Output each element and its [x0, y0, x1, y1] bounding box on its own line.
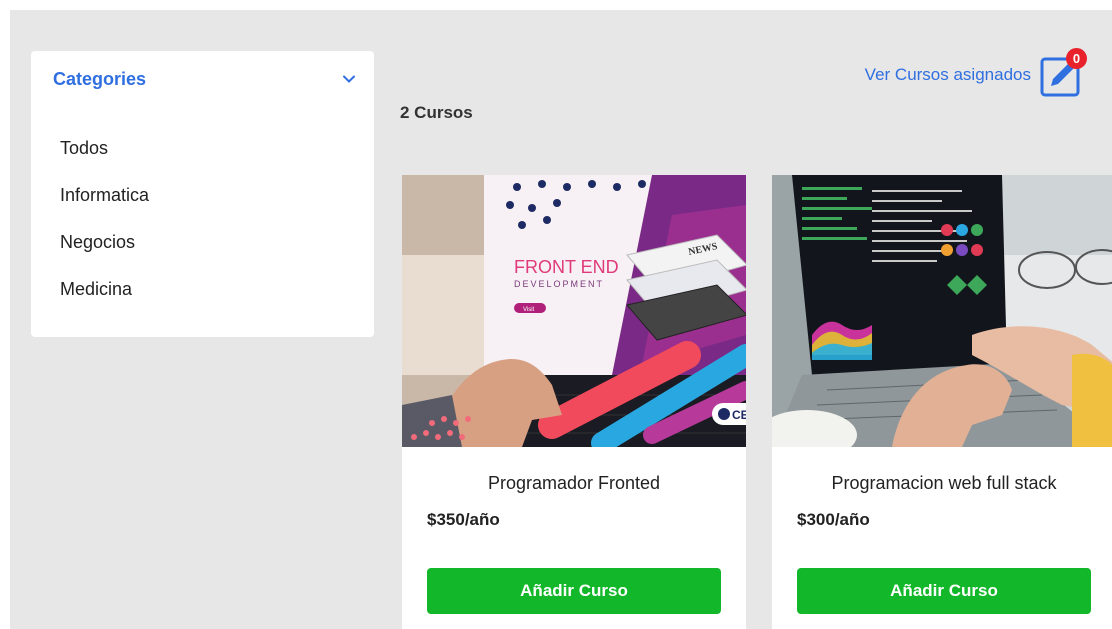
assigned-courses-link[interactable]: Ver Cursos asignados: [865, 65, 1031, 85]
course-thumbnail-frontend: FRONT END DEVELOPMENT Visit NEWS CE: [402, 175, 746, 447]
category-item-todos[interactable]: Todos: [60, 137, 149, 184]
add-course-button[interactable]: Añadir Curso: [797, 568, 1091, 614]
course-price: $300/año: [797, 510, 870, 529]
categories-toggle[interactable]: Categories: [53, 67, 356, 91]
course-title: Programacion web full stack: [831, 473, 1057, 493]
assigned-courses-button[interactable]: 0: [1039, 48, 1087, 98]
categories-panel: Categories Todos Informatica Negocios Me…: [31, 51, 374, 337]
course-thumbnail-fullstack: [772, 175, 1112, 447]
thumbnail-text-main: FRONT END: [514, 257, 619, 277]
course-title: Programador Fronted: [487, 473, 661, 493]
course-card: Programacion web full stack $300/año Aña…: [772, 175, 1112, 629]
category-item-informatica[interactable]: Informatica: [60, 184, 149, 231]
assigned-courses-area: Ver Cursos asignados 0: [865, 48, 1087, 98]
category-list: Todos Informatica Negocios Medicina: [60, 137, 149, 325]
category-item-medicina[interactable]: Medicina: [60, 278, 149, 325]
course-price: $350/año: [427, 510, 500, 529]
chevron-down-icon: [343, 75, 355, 83]
thumbnail-text-sub: DEVELOPMENT: [514, 279, 604, 289]
course-card: FRONT END DEVELOPMENT Visit NEWS CE Prog…: [402, 175, 746, 629]
category-item-negocios[interactable]: Negocios: [60, 231, 149, 278]
course-count: 2 Cursos: [400, 103, 473, 122]
thumbnail-button-text: Visit: [523, 307, 535, 313]
thumbnail-corner-text: CE: [732, 408, 746, 422]
add-course-button[interactable]: Añadir Curso: [427, 568, 721, 614]
notification-badge: 0: [1066, 48, 1087, 69]
categories-title: Categories: [53, 68, 147, 89]
page-background: Categories Todos Informatica Negocios Me…: [10, 10, 1112, 629]
